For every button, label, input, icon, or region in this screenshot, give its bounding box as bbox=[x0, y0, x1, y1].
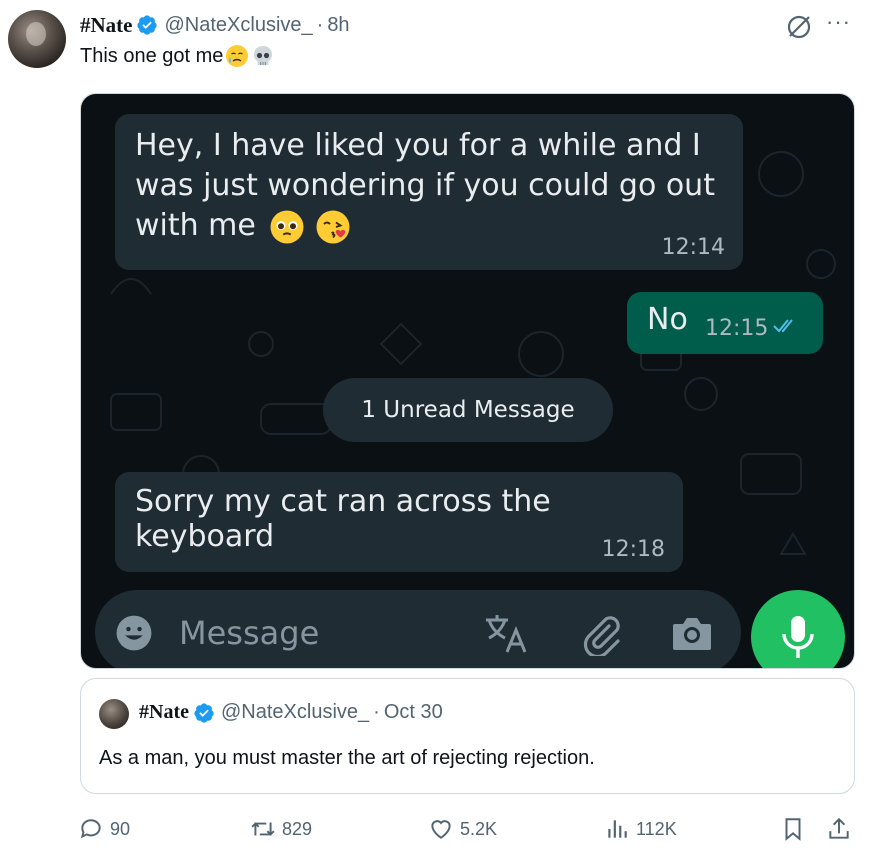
reply-button[interactable]: 90 bbox=[78, 812, 130, 846]
message-3-time: 12:18 bbox=[601, 537, 665, 562]
views-count: 112K bbox=[636, 818, 677, 839]
reply-icon bbox=[80, 819, 101, 839]
quoted-author-avatar bbox=[99, 699, 129, 729]
incoming-message-3: Sorry my cat ran across the keyboard 12:… bbox=[115, 472, 683, 572]
quoted-author-handle: @NateXclusive_ bbox=[220, 701, 370, 723]
author-handle[interactable]: @NateXclusive_ bbox=[164, 14, 312, 37]
message-text: Hey, I have liked you for a while and I … bbox=[135, 126, 715, 246]
crying-face-emoji-icon bbox=[226, 45, 249, 67]
verified-badge-icon bbox=[194, 702, 214, 723]
quoted-tweet-text: As a man, you must master the art of rej… bbox=[99, 747, 595, 769]
retweet-icon bbox=[251, 822, 275, 836]
more-options-icon[interactable]: ··· bbox=[826, 11, 856, 33]
reply-count: 90 bbox=[110, 818, 131, 839]
retweet-button[interactable]: 829 bbox=[250, 812, 312, 846]
quoted-tweet-header: #Nate @NateXclusive_ · Oct 30 bbox=[139, 701, 443, 724]
message-2-text: No bbox=[647, 302, 688, 337]
quoted-author-name: #Nate bbox=[139, 701, 189, 723]
author-avatar[interactable] bbox=[8, 10, 66, 68]
like-count: 5.2K bbox=[460, 818, 498, 839]
attach-icon[interactable] bbox=[579, 612, 623, 656]
tweet-action-bar: 90 829 5.2K 112K bbox=[78, 812, 858, 846]
message-1-time: 12:14 bbox=[661, 235, 725, 260]
quoted-tweet[interactable]: #Nate @NateXclusive_ · Oct 30 As a man, … bbox=[80, 678, 855, 794]
pleading-face-emoji-icon bbox=[270, 210, 304, 243]
message-2-time: 12:15 bbox=[705, 316, 769, 341]
camera-icon[interactable] bbox=[671, 614, 713, 652]
kissing-face-emoji-icon bbox=[316, 210, 350, 243]
share-button[interactable] bbox=[826, 812, 858, 846]
share-icon bbox=[829, 817, 849, 839]
emoji-picker-icon[interactable] bbox=[115, 614, 153, 652]
separator-dot: · bbox=[316, 13, 324, 36]
heart-icon bbox=[431, 820, 451, 839]
views-chart-icon bbox=[608, 820, 627, 838]
tweet-text-content: This one got me bbox=[80, 44, 224, 67]
read-receipt-icon bbox=[773, 319, 793, 333]
author-name[interactable]: #Nate bbox=[80, 13, 132, 38]
tweet-text: This one got me bbox=[80, 44, 275, 68]
chat-screenshot[interactable]: Hey, I have liked you for a while and I … bbox=[80, 93, 855, 669]
message-1-text: Hey, I have liked you for a while and I … bbox=[135, 128, 715, 243]
views-button[interactable]: 112K bbox=[604, 812, 677, 846]
tweet-time[interactable]: 8h bbox=[327, 14, 349, 37]
outgoing-message-2: No 12:15 bbox=[627, 292, 823, 354]
quoted-tweet-date: Oct 30 bbox=[383, 701, 443, 723]
retweet-count: 829 bbox=[282, 818, 313, 839]
incoming-message-1: Hey, I have liked you for a while and I … bbox=[115, 114, 743, 270]
grok-icon[interactable] bbox=[786, 14, 812, 40]
microphone-icon bbox=[782, 616, 814, 658]
verified-badge-icon bbox=[137, 15, 158, 35]
translate-icon[interactable] bbox=[483, 612, 529, 654]
message-input-bar[interactable]: Message bbox=[95, 590, 741, 668]
skull-emoji-icon bbox=[254, 46, 273, 65]
tweet-header: #Nate @NateXclusive_ · 8h bbox=[80, 12, 350, 38]
bookmark-button[interactable] bbox=[780, 812, 812, 846]
bookmark-icon bbox=[785, 818, 801, 841]
message-input-placeholder[interactable]: Message bbox=[179, 614, 319, 652]
separator-dot: · bbox=[373, 701, 380, 723]
unread-message-divider: 1 Unread Message bbox=[323, 378, 613, 442]
like-button[interactable]: 5.2K bbox=[428, 812, 497, 846]
